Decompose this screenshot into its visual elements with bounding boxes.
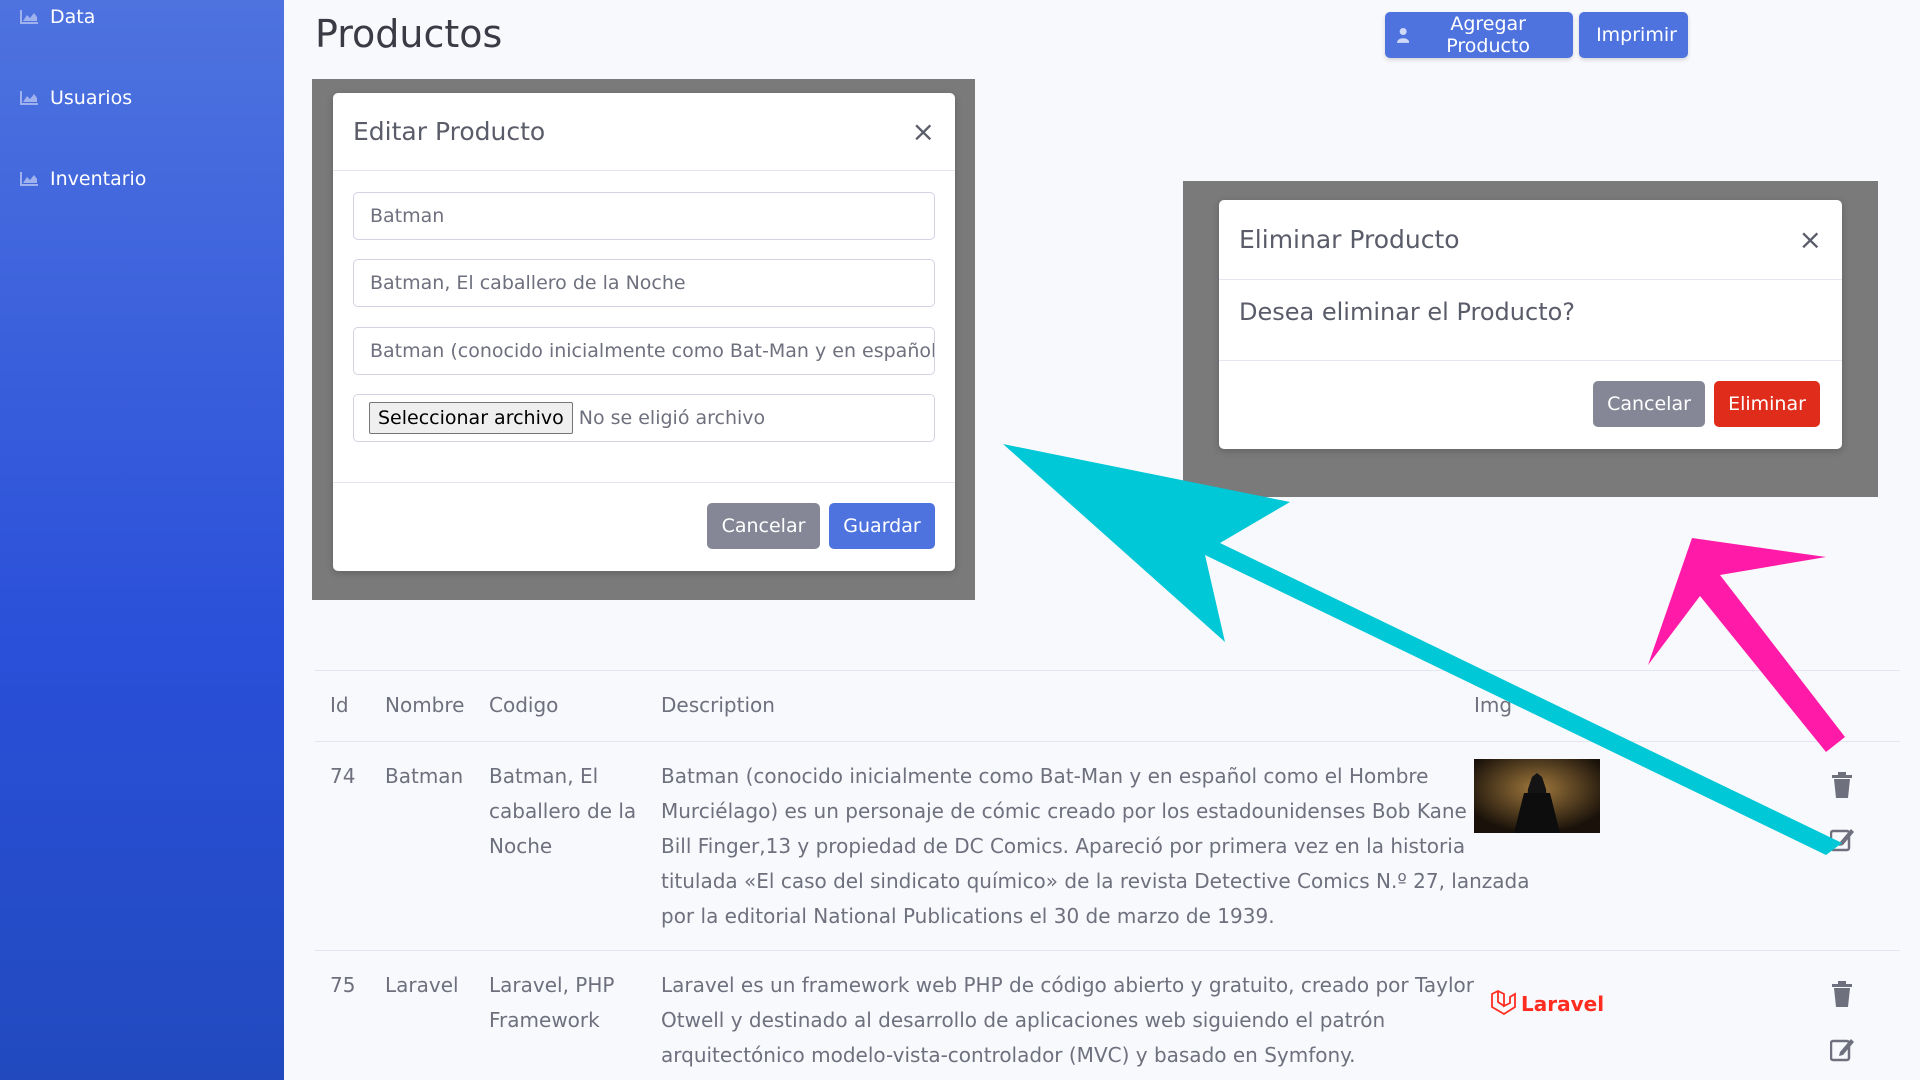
cell-line: Otwell y destinado al desarrollo de apli… [661,1008,1386,1032]
sidebar-item-usuarios[interactable]: Usuarios [20,87,132,109]
cell-description: Batman (conocido inicialmente como Bat-M… [661,759,1530,934]
table-header-border [315,741,1900,742]
edit-icon[interactable] [1830,1036,1854,1062]
add-product-button[interactable]: Agregar Producto [1385,12,1573,58]
laravel-logo: Laravel [1490,990,1604,1018]
cell-line: Murciélago) es un personaje de cómic cre… [661,799,1486,823]
cell-line: Framework [489,1008,600,1032]
cell-line: Laravel es un framework web PHP de códig… [661,973,1475,997]
delete-button[interactable]: Eliminar [1714,381,1820,427]
laravel-logo-text: Laravel [1521,992,1605,1016]
cell-line: titulada «El caso del sindicato químico»… [661,869,1530,893]
delete-product-modal: Eliminar Producto × Desea eliminar el Pr… [1219,200,1842,449]
modal-header: Eliminar Producto × [1219,200,1842,280]
cell-name: Laravel [385,973,459,997]
cell-description: Laravel es un framework web PHP de códig… [661,968,1474,1073]
modal-title: Editar Producto [353,117,546,146]
trash-icon[interactable] [1830,981,1854,1007]
cell-id: 74 [330,764,356,788]
chart-area-icon [20,10,38,24]
modal-divider [1219,360,1842,361]
sidebar-item-label: Inventario [50,168,147,190]
modal-divider [333,482,955,483]
cell-line: Noche [489,834,553,858]
print-label: Imprimir [1596,24,1677,46]
column-header-id: Id [330,693,349,717]
cell-id: 75 [330,973,356,997]
page-title: Productos [315,12,503,56]
file-input[interactable]: Seleccionar archivo No se eligió archivo [353,394,935,442]
magenta-arrow [1648,538,1845,752]
cancel-button[interactable]: Cancelar [1593,381,1705,427]
table-top-border [315,670,1900,671]
column-header-name: Nombre [385,693,465,717]
description-field[interactable]: Batman (conocido inicialmente como Bat-M… [353,327,935,375]
user-icon [1397,27,1410,43]
product-image-batman [1474,759,1600,833]
laravel-logo-icon [1491,990,1516,1016]
name-field[interactable]: Batman [353,192,935,240]
choose-file-button[interactable]: Seleccionar archivo [369,402,573,434]
save-button[interactable]: Guardar [829,503,935,549]
column-header-description: Description [661,693,775,717]
row-divider [315,950,1900,951]
column-header-code: Codigo [489,693,559,717]
trash-icon[interactable] [1830,772,1854,798]
sidebar-item-inventario[interactable]: Inventario [20,168,146,190]
sidebar-item-data[interactable]: Data [20,6,95,28]
cancel-button[interactable]: Cancelar [707,503,820,549]
cell-line: arquitectónico modelo-vista-controlador … [661,1043,1356,1067]
cell-code: Batman, El caballero de la Noche [489,759,636,864]
cell-line: caballero de la [489,799,637,823]
cell-line: por la editorial National Publications e… [661,904,1275,928]
file-status: No se eligió archivo [578,407,766,429]
close-icon[interactable]: × [912,117,935,146]
modal-title: Eliminar Producto [1239,225,1460,254]
confirm-message: Desea eliminar el Producto? [1239,298,1576,326]
sidebar-item-label: Usuarios [50,87,133,109]
cell-line: Bill Finger,13 y propiedad de DC Comics.… [661,834,1466,858]
column-header-img: Img [1474,693,1513,717]
close-icon[interactable]: × [1799,225,1822,254]
chart-area-icon [20,91,38,105]
cell-code: Laravel, PHP Framework [489,968,614,1038]
sidebar: Data Usuarios Inventario [0,0,284,1080]
add-product-label: Agregar Producto [1446,13,1531,57]
chart-area-icon [20,172,38,186]
cell-name: Batman [385,764,464,788]
edit-icon[interactable] [1830,826,1854,852]
code-field[interactable]: Batman, El caballero de la Noche [353,259,935,307]
print-button[interactable]: Imprimir [1579,12,1688,58]
sidebar-item-label: Data [50,6,96,28]
edit-product-modal: Editar Producto × Batman Batman, El caba… [333,93,955,571]
cell-line: Batman (conocido inicialmente como Bat-M… [661,764,1429,788]
cell-line: Batman, El [489,764,599,788]
modal-header: Editar Producto × [333,93,955,171]
cell-line: Laravel, PHP [489,973,615,997]
